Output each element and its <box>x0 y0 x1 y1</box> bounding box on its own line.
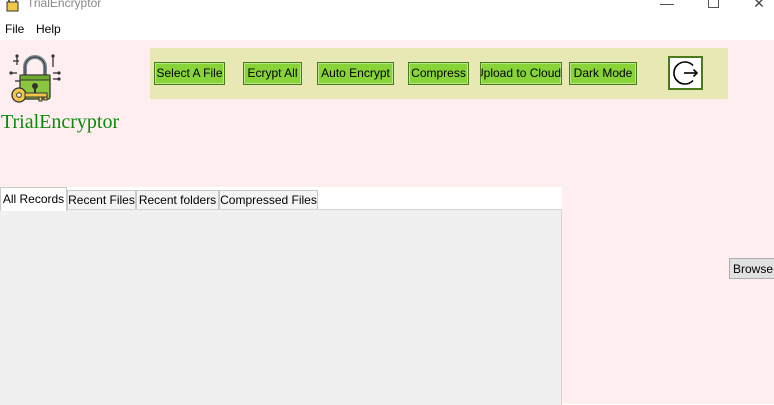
menu-help[interactable]: Help <box>36 22 61 36</box>
records-panel <box>0 209 562 405</box>
dark-mode-button[interactable]: Dark Mode <box>569 62 637 85</box>
upload-to-cloud-button[interactable]: Upload to Cloud <box>480 62 562 85</box>
select-file-button[interactable]: Select A File <box>154 62 225 85</box>
close-button[interactable]: ✕ <box>744 0 774 12</box>
tab-strip: All Records Recent Files Recent folders … <box>0 187 562 211</box>
maximize-button[interactable] <box>698 0 728 12</box>
padlock-key-logo-icon <box>9 53 61 105</box>
records-notebook: All Records Recent Files Recent folders … <box>0 187 562 405</box>
window-titlebar: TrialEncryptor — ✕ <box>0 0 774 14</box>
encrypt-all-button[interactable]: Ecrypt All <box>243 62 302 85</box>
compress-button[interactable]: Compress <box>408 62 469 85</box>
tab-all-records[interactable]: All Records <box>0 187 67 211</box>
toolbar: Select A File Ecrypt All Auto Encrypt Co… <box>150 48 728 99</box>
app-name-label: TrialEncryptor <box>1 111 120 133</box>
exit-arrow-icon <box>673 61 699 85</box>
window-title: TrialEncryptor <box>27 0 102 10</box>
main-window-area: TrialEncryptor Select A File Ecrypt All … <box>0 40 774 405</box>
browse-button[interactable]: Browse <box>729 258 774 279</box>
menu-bar: File Help <box>0 20 774 40</box>
tab-compressed-files[interactable]: Compressed Files <box>219 190 318 210</box>
menu-file[interactable]: File <box>5 22 24 36</box>
exit-button[interactable] <box>668 56 703 90</box>
app-window-icon <box>4 0 22 12</box>
auto-encrypt-button[interactable]: Auto Encrypt <box>317 62 394 85</box>
minimize-button[interactable]: — <box>652 0 682 12</box>
tab-recent-folders[interactable]: Recent folders <box>136 190 219 210</box>
maximize-icon <box>707 0 719 8</box>
tab-recent-files[interactable]: Recent Files <box>67 190 136 210</box>
